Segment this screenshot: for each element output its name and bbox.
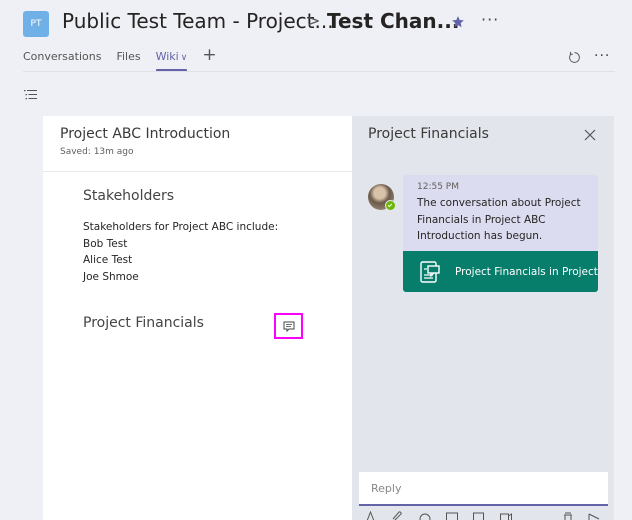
- card-title: Project Financials in Project ABC Introd…: [455, 265, 598, 278]
- page-divider: [43, 171, 352, 172]
- refresh-icon[interactable]: [568, 51, 581, 64]
- tab-wiki[interactable]: Wiki ∨: [155, 50, 188, 72]
- message-text: The conversation about Project Financial…: [417, 197, 581, 242]
- body-line: Stakeholders for Project ABC include:: [83, 221, 279, 233]
- wiki-section-card[interactable]: Project Financials in Project ABC Introd…: [403, 251, 598, 292]
- gif-icon[interactable]: [446, 511, 458, 520]
- conversation-panel: Project Financials 12:55 PM The conversa…: [352, 116, 614, 520]
- tab-label: Files: [116, 50, 141, 63]
- body-line: Alice Test: [83, 254, 133, 266]
- tab-label: Conversations: [23, 50, 102, 63]
- favorite-star-icon[interactable]: [451, 15, 465, 29]
- tab-label: Wiki: [155, 50, 179, 63]
- saved-status: Saved: 13m ago: [60, 147, 134, 157]
- channel-name[interactable]: Test Chan...: [327, 9, 459, 33]
- attach-icon[interactable]: [392, 511, 404, 520]
- emoji-icon[interactable]: [419, 511, 431, 520]
- tab-files[interactable]: Files: [116, 50, 140, 72]
- delete-icon[interactable]: [562, 511, 574, 520]
- table-of-contents-icon[interactable]: [24, 89, 38, 101]
- section-body-stakeholders[interactable]: Stakeholders for Project ABC include: Bo…: [83, 219, 278, 285]
- tab-conversations[interactable]: Conversations: [23, 50, 101, 72]
- breadcrumb-separator: >: [307, 11, 321, 30]
- message-timestamp: 12:55 PM: [417, 182, 459, 192]
- tabs-divider: [23, 71, 615, 72]
- team-avatar[interactable]: PT: [23, 11, 49, 37]
- channel-tabs: Conversations Files Wiki ∨ +: [23, 45, 217, 72]
- close-icon[interactable]: [584, 129, 596, 141]
- body-line: Bob Test: [83, 237, 128, 250]
- presence-available-icon: [385, 200, 396, 211]
- section-conversation-button[interactable]: [274, 313, 303, 339]
- compose-toolbar: [359, 511, 608, 520]
- meet-now-icon[interactable]: [500, 511, 512, 520]
- tab-more-button[interactable]: ···: [594, 48, 610, 64]
- channel-header: PT Public Test Team - Project... > Test …: [0, 0, 632, 72]
- channel-more-button[interactable]: ···: [481, 10, 499, 29]
- body-line: Joe Shmoe: [83, 270, 139, 283]
- chat-icon: [283, 321, 294, 332]
- section-heading-stakeholders[interactable]: Stakeholders: [83, 188, 174, 204]
- wiki-page: Project ABC Introduction Saved: 13m ago …: [43, 116, 352, 520]
- message-bubble: 12:55 PM The conversation about Project …: [403, 175, 598, 251]
- format-icon[interactable]: [366, 511, 378, 520]
- reply-box[interactable]: [359, 472, 608, 506]
- page-title[interactable]: Project ABC Introduction: [60, 126, 230, 142]
- chevron-down-icon[interactable]: ∨: [181, 53, 188, 63]
- sticker-icon[interactable]: [473, 511, 485, 520]
- add-tab-button[interactable]: +: [202, 45, 216, 65]
- team-name[interactable]: Public Test Team - Project...: [62, 9, 334, 33]
- reply-input[interactable]: [359, 472, 608, 504]
- panel-title: Project Financials: [368, 126, 489, 142]
- wiki-page-icon: [420, 260, 440, 283]
- section-heading-project-financials[interactable]: Project Financials: [83, 315, 204, 331]
- send-icon[interactable]: [588, 511, 600, 520]
